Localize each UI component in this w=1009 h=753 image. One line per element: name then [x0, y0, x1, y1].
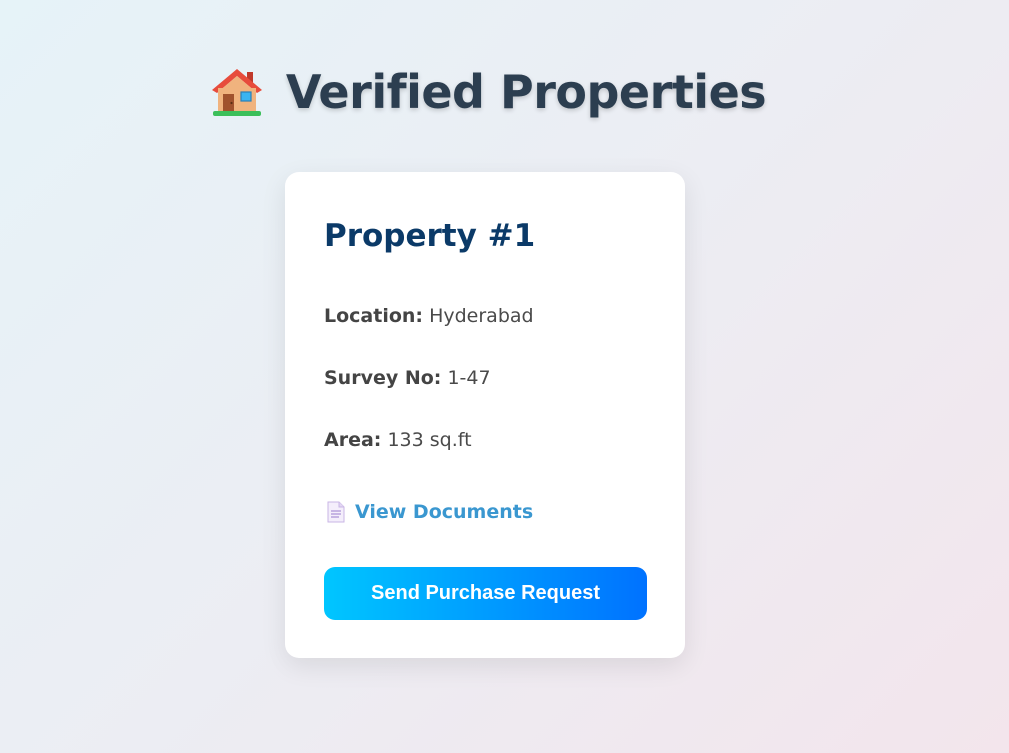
- page-title-text: Verified Properties: [285, 65, 767, 119]
- property-survey-no: Survey No: 1-47: [324, 365, 491, 391]
- location-label: Location:: [324, 305, 424, 327]
- house-icon: [211, 69, 262, 116]
- property-area: Area: 133 sq.ft: [324, 427, 472, 453]
- property-title: Property #1: [324, 218, 536, 254]
- area-label: Area:: [324, 429, 382, 451]
- location-value: Hyderabad: [429, 305, 534, 327]
- property-card: Property #1 Location: Hyderabad Survey N…: [285, 172, 685, 658]
- view-documents-link[interactable]: View Documents: [327, 499, 533, 525]
- send-purchase-request-button[interactable]: Send Purchase Request: [324, 567, 647, 620]
- document-icon: [327, 501, 345, 523]
- survey-label: Survey No:: [324, 367, 442, 389]
- view-documents-label: View Documents: [355, 501, 534, 523]
- page-header: Verified Properties: [0, 62, 976, 122]
- property-location: Location: Hyderabad: [324, 303, 534, 329]
- area-value: 133 sq.ft: [387, 429, 472, 451]
- survey-value: 1-47: [447, 367, 491, 389]
- page-title: Verified Properties: [210, 62, 767, 122]
